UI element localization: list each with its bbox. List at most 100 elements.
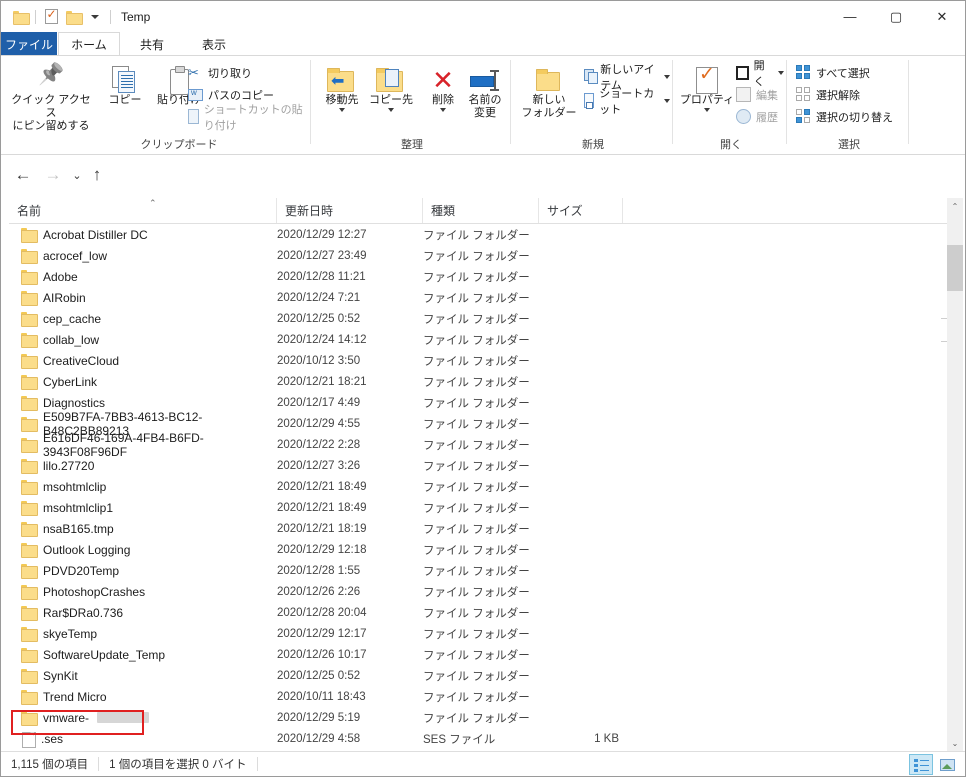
scrollbar-thumb[interactable]: [947, 245, 963, 291]
folder-icon: [21, 459, 38, 474]
pin-to-quick-access-button[interactable]: クイック アクセス にピン留めする: [7, 60, 95, 133]
table-row[interactable]: collab_low 2020/12/24 14:12 ファイル フォルダー: [9, 329, 941, 350]
scroll-up-button[interactable]: ⌃: [947, 198, 963, 214]
copy-path-icon: [188, 88, 203, 101]
file-name-cell: msohtmlclip1: [9, 501, 277, 516]
copy-button[interactable]: コピー: [101, 60, 149, 107]
table-row[interactable]: .ses 2020/12/29 4:58 SES ファイル 1 KB: [9, 728, 941, 749]
scroll-down-button[interactable]: ⌄: [947, 735, 963, 751]
chevron-down-icon: [704, 108, 710, 112]
qat-folder-button[interactable]: [9, 6, 31, 28]
file-name-label: nsaB165.tmp: [43, 521, 114, 536]
file-type-cell: ファイル フォルダー: [423, 271, 530, 284]
select-all-button[interactable]: すべて選択: [793, 62, 873, 83]
file-name-cell: lilo.27720: [9, 459, 277, 474]
edit-button[interactable]: 編集: [733, 84, 781, 105]
invert-selection-button[interactable]: 選択の切り替え: [793, 106, 896, 127]
folder-icon: [21, 228, 38, 243]
tab-share[interactable]: 共有: [122, 32, 182, 56]
file-date-cell: 2020/12/21 18:19: [277, 522, 367, 535]
column-header-filler[interactable]: [623, 198, 957, 223]
table-row[interactable]: CyberLink 2020/12/21 18:21 ファイル フォルダー: [9, 371, 941, 392]
file-name-label: Outlook Logging: [43, 542, 131, 557]
file-type-cell: ファイル フォルダー: [423, 565, 530, 578]
qat-new-folder-button[interactable]: [62, 6, 84, 28]
move-to-button[interactable]: ⬅ 移動先: [319, 60, 365, 112]
delete-icon: ✕: [432, 65, 454, 95]
column-header-date-modified[interactable]: 更新日時: [277, 198, 423, 223]
table-row[interactable]: nsaB165.tmp 2020/12/21 18:19 ファイル フォルダー: [9, 518, 941, 539]
sort-ascending-icon: ⌃: [149, 198, 157, 208]
file-date-cell: 2020/12/26 10:17: [277, 648, 367, 661]
column-header-name[interactable]: 名前 ⌃: [9, 198, 277, 223]
paste-shortcut-button[interactable]: ショートカットの貼り付け: [185, 104, 311, 132]
large-icons-view-icon: [939, 758, 955, 771]
delete-button[interactable]: ✕ 削除: [423, 60, 463, 112]
select-none-button[interactable]: 選択解除: [793, 84, 863, 105]
rename-button[interactable]: 名前の 変更: [463, 60, 507, 120]
ribbon-group-new: 新しい フォルダー 新しいアイテム ショートカット 新規: [513, 56, 673, 154]
table-row[interactable]: Adobe 2020/12/28 11:21 ファイル フォルダー: [9, 266, 941, 287]
paste-shortcut-label: ショートカットの貼り付け: [203, 103, 303, 132]
file-icon: [22, 731, 36, 748]
table-row[interactable]: PDVD20Temp 2020/12/28 1:55 ファイル フォルダー: [9, 560, 941, 581]
shortcut-button[interactable]: ショートカット: [581, 88, 673, 116]
file-name-label: Diagnostics: [43, 395, 106, 410]
minimize-button[interactable]: —: [827, 1, 873, 32]
table-row[interactable]: Outlook Logging 2020/12/29 12:18 ファイル フォルダ…: [9, 539, 941, 560]
table-row[interactable]: Rar$DRa0.736 2020/12/28 20:04 ファイル フォルダー: [9, 602, 941, 623]
vertical-scrollbar[interactable]: ⌃ ⌄: [947, 198, 963, 751]
table-row[interactable]: msohtmlclip1 2020/12/21 18:49 ファイル フォルダー: [9, 497, 941, 518]
file-name-label: Trend Micro: [43, 689, 107, 704]
cut-button[interactable]: ✂ 切り取り: [185, 62, 255, 83]
back-button[interactable]: ←: [11, 163, 35, 187]
ribbon-group-organize: ⬅ 移動先 コピー先 ✕ 削除 名前の 変更 整理: [313, 56, 511, 154]
history-button[interactable]: 履歴: [733, 106, 781, 127]
table-row[interactable]: cep_cache 2020/12/25 0:52 ファイル フォルダー: [9, 308, 941, 329]
file-date-cell: 2020/12/25 0:52: [277, 312, 361, 325]
tab-view[interactable]: 表示: [184, 32, 244, 56]
table-row[interactable]: lilo.27720 2020/12/27 3:26 ファイル フォルダー: [9, 455, 941, 476]
folder-icon: [12, 10, 30, 25]
table-row[interactable]: CreativeCloud 2020/10/12 3:50 ファイル フォルダー: [9, 350, 941, 371]
column-header-type[interactable]: 種類: [423, 198, 539, 223]
properties-button[interactable]: ✓ プロパティ: [679, 60, 735, 112]
details-view-button[interactable]: [909, 754, 933, 775]
file-type-cell: ファイル フォルダー: [423, 460, 530, 473]
file-type-cell: ファイル フォルダー: [423, 439, 530, 452]
new-folder-button[interactable]: 新しい フォルダー: [521, 60, 577, 120]
maximize-button[interactable]: ▢: [873, 1, 919, 32]
file-name-cell: SynKit: [9, 669, 277, 684]
column-header-size[interactable]: サイズ: [539, 198, 623, 223]
shortcut-icon: [584, 93, 595, 109]
column-header-name-label: 名前: [17, 204, 42, 218]
tab-file[interactable]: ファイル: [1, 32, 57, 56]
forward-button[interactable]: →: [41, 163, 65, 187]
table-row[interactable]: vmware- 2020/12/29 5:19 ファイル フォルダー: [9, 707, 941, 728]
table-row[interactable]: acrocef_low 2020/12/27 23:49 ファイル フォルダー: [9, 245, 941, 266]
move-to-label: 移動先: [325, 94, 359, 106]
table-row[interactable]: PhotoshopCrashes 2020/12/26 2:26 ファイル フォルダ…: [9, 581, 941, 602]
tab-home[interactable]: ホーム: [58, 32, 120, 56]
folder-icon: [21, 669, 38, 684]
table-row[interactable]: SoftwareUpdate_Temp 2020/12/26 10:17 ファイル …: [9, 644, 941, 665]
table-row[interactable]: E616DF46-169A-4FB4-B6FD-3943F08F96DF 2020…: [9, 431, 941, 459]
file-type-cell: ファイル フォルダー: [423, 712, 530, 725]
close-button[interactable]: ✕: [919, 1, 965, 32]
up-button[interactable]: ↑: [85, 163, 109, 187]
copy-to-button[interactable]: コピー先: [367, 60, 415, 112]
file-name-cell: PDVD20Temp: [9, 564, 277, 579]
table-row[interactable]: SynKit 2020/12/25 0:52 ファイル フォルダー: [9, 665, 941, 686]
large-icons-view-button[interactable]: [935, 754, 959, 775]
qat-properties-button[interactable]: [40, 6, 62, 28]
cut-label: 切り取り: [208, 67, 252, 80]
table-row[interactable]: msohtmlclip 2020/12/21 18:49 ファイル フォルダー: [9, 476, 941, 497]
open-button[interactable]: 開く: [733, 60, 787, 88]
table-row[interactable]: Trend Micro 2020/10/11 18:43 ファイル フォルダー: [9, 686, 941, 707]
table-row[interactable]: AIRobin 2020/12/24 7:21 ファイル フォルダー: [9, 287, 941, 308]
table-row[interactable]: Acrobat Distiller DC 2020/12/29 12:27 ファイル…: [9, 224, 941, 245]
file-name-label: collab_low: [43, 332, 100, 347]
qat-customize-button[interactable]: [84, 6, 106, 28]
file-list[interactable]: Acrobat Distiller DC 2020/12/29 12:27 ファイル…: [9, 224, 941, 751]
table-row[interactable]: skyeTemp 2020/12/29 12:17 ファイル フォルダー: [9, 623, 941, 644]
